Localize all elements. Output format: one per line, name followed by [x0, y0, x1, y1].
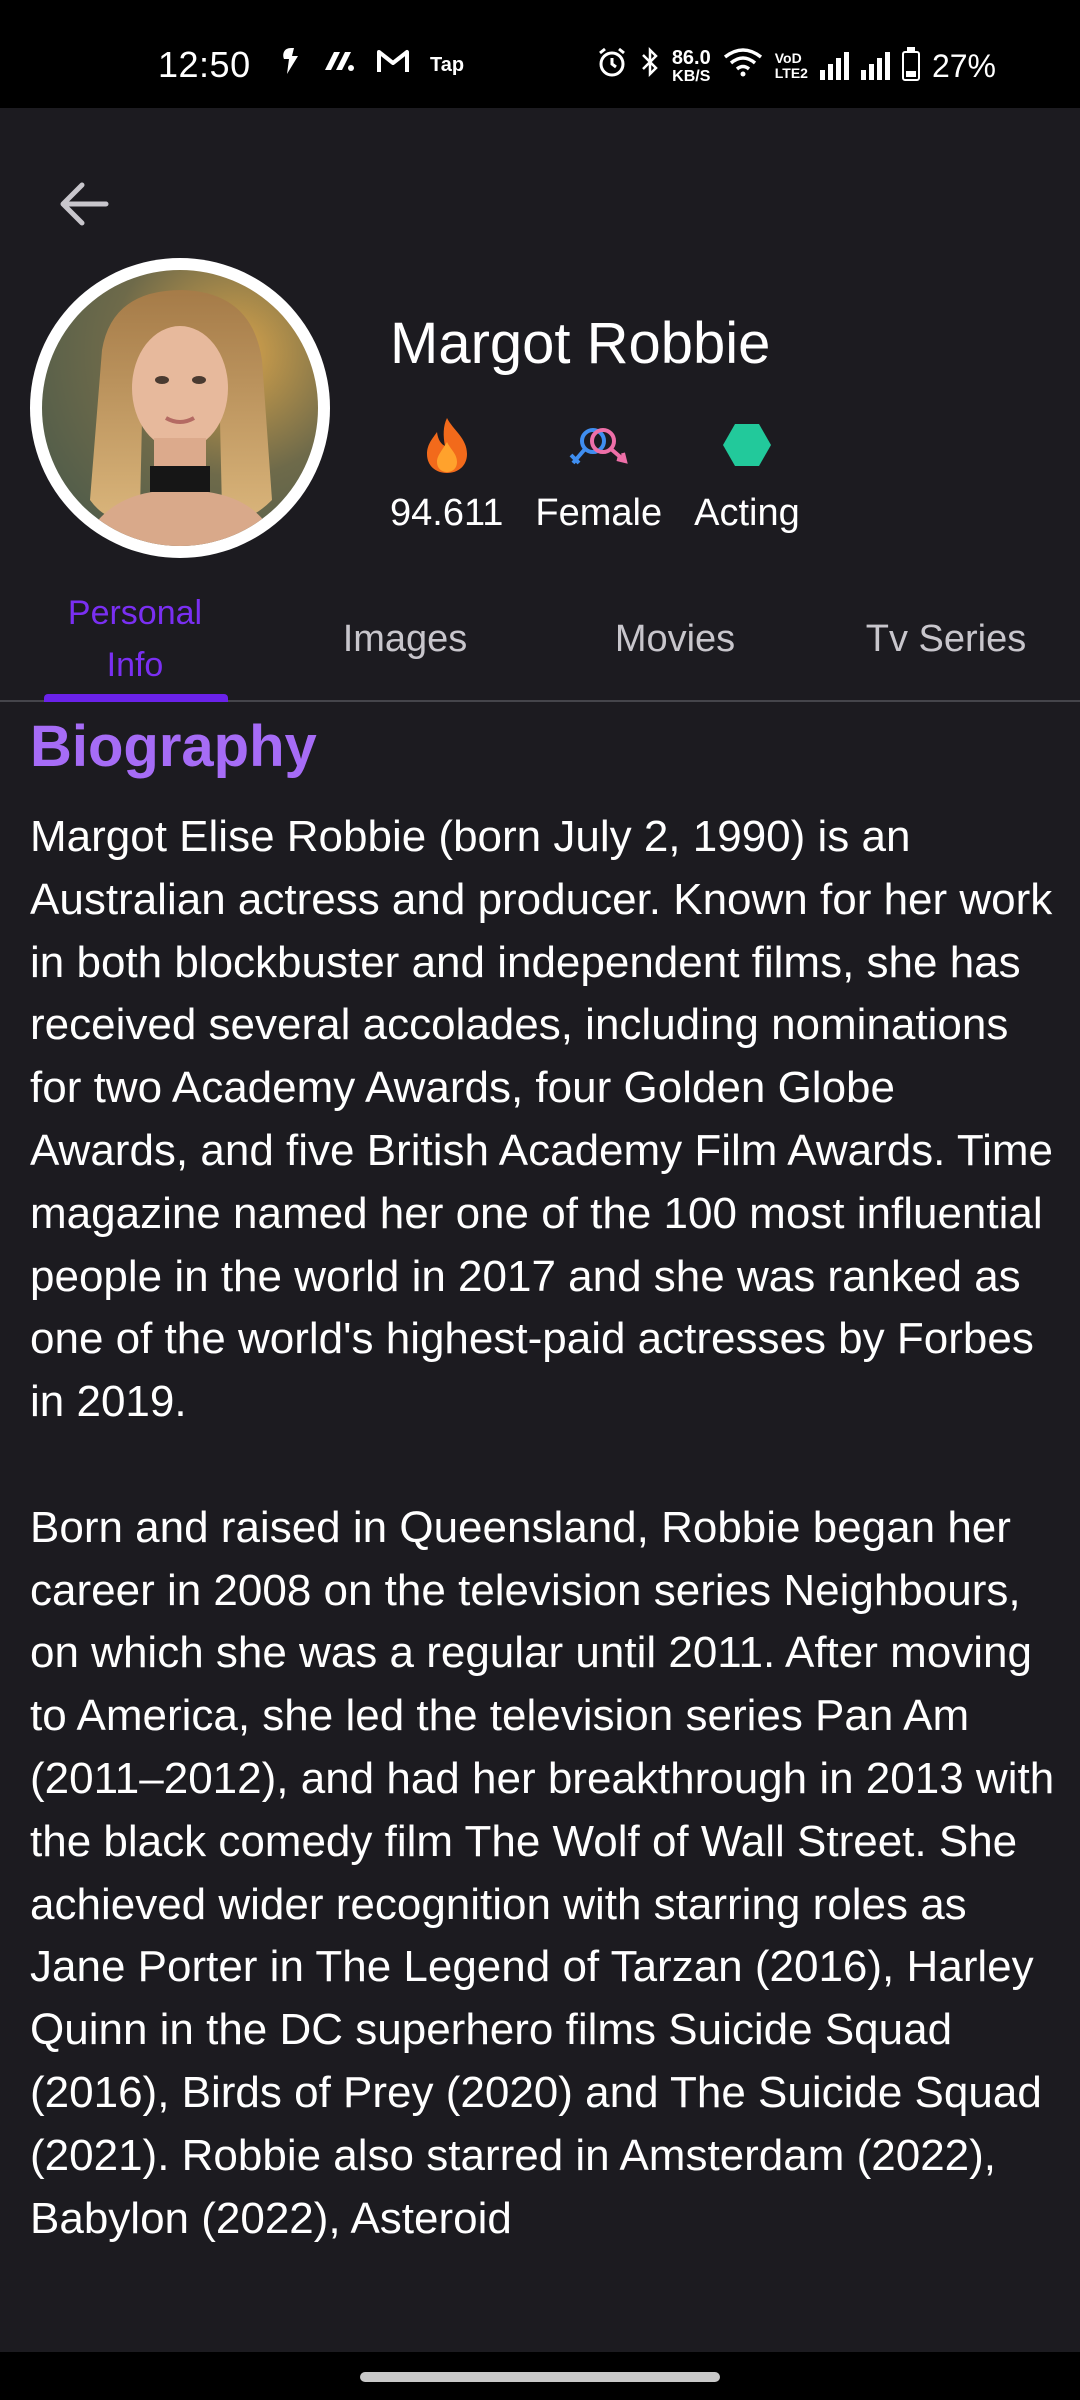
profile-stats: 94.611 Female Acting [390, 414, 832, 535]
tab-personal-info-line1: Personal [67, 594, 203, 632]
net-speed-value: 86.0 [671, 46, 711, 69]
popularity-value: 94.611 [390, 492, 504, 534]
popularity-stat: 94.611 [390, 414, 503, 535]
profile-name: Margot Robbie [390, 311, 771, 376]
tap-icon: Tap [430, 53, 465, 76]
biography-paragraph-2: Born and raised in Queensland, Robbie be… [30, 1502, 1055, 2243]
signal-icon-2 [860, 52, 890, 80]
status-system-icons: 86.0 KB/S VoD LTE2 27% [596, 46, 996, 86]
tab-movies[interactable]: Movies [570, 578, 780, 700]
arrow-left-icon [60, 182, 109, 226]
screen: 12:50 Tap 86.0 KB/S VoD LTE2 27% Margot … [0, 0, 1080, 2400]
battery-icon [901, 47, 920, 81]
tab-images-label: Images [342, 617, 468, 660]
gesture-nav-bar [0, 2352, 1080, 2400]
department-value: Acting [694, 492, 800, 534]
status-bar: 12:50 Tap 86.0 KB/S VoD LTE2 27% [0, 0, 1080, 108]
signal-icon [819, 52, 849, 80]
biography-heading: Biography [30, 714, 317, 779]
back-button[interactable] [48, 168, 120, 240]
biography-section: Biography Margot Elise Robbie (born July… [30, 706, 1060, 2313]
department-stat: Acting [694, 414, 800, 535]
active-tab-indicator [44, 694, 228, 702]
hexagon-icon [721, 414, 773, 476]
tab-personal-info-line2: Info [106, 646, 164, 684]
battery-percent: 27% [931, 47, 996, 84]
volte-top: VoD [774, 50, 802, 66]
avatar-photo [42, 270, 318, 546]
notification-icon [280, 46, 302, 84]
gender-icon [567, 414, 631, 476]
tab-personal-info[interactable]: Personal Info [30, 578, 240, 700]
gender-stat: Female [535, 414, 662, 535]
fire-icon [423, 414, 471, 476]
gesture-handle[interactable] [360, 2372, 720, 2382]
tab-movies-label: Movies [614, 617, 736, 660]
gender-value: Female [535, 492, 663, 534]
status-notification-icons: Tap [280, 46, 464, 84]
gmail-icon [376, 48, 410, 82]
avatar [30, 258, 330, 558]
alarm-icon [596, 46, 628, 86]
status-time: 12:50 [158, 44, 251, 85]
tab-tv-series-label: Tv Series [865, 617, 1027, 660]
tab-images[interactable]: Images [300, 578, 510, 700]
network-speed: 86.0 KB/S [672, 48, 711, 85]
bluetooth-icon [640, 46, 660, 86]
volte-bottom: LTE2 [774, 65, 808, 81]
net-speed-unit: KB/S [672, 67, 711, 85]
app-icon [322, 48, 356, 82]
volte-indicator: VoD LTE2 [775, 51, 808, 81]
biography-paragraph-1: Margot Elise Robbie (born July 2, 1990) … [30, 812, 1053, 1427]
tab-tv-series[interactable]: Tv Series [836, 578, 1056, 700]
profile-tabs: Personal Info Images Movies Tv Series [0, 578, 1080, 702]
wifi-icon [723, 47, 763, 85]
